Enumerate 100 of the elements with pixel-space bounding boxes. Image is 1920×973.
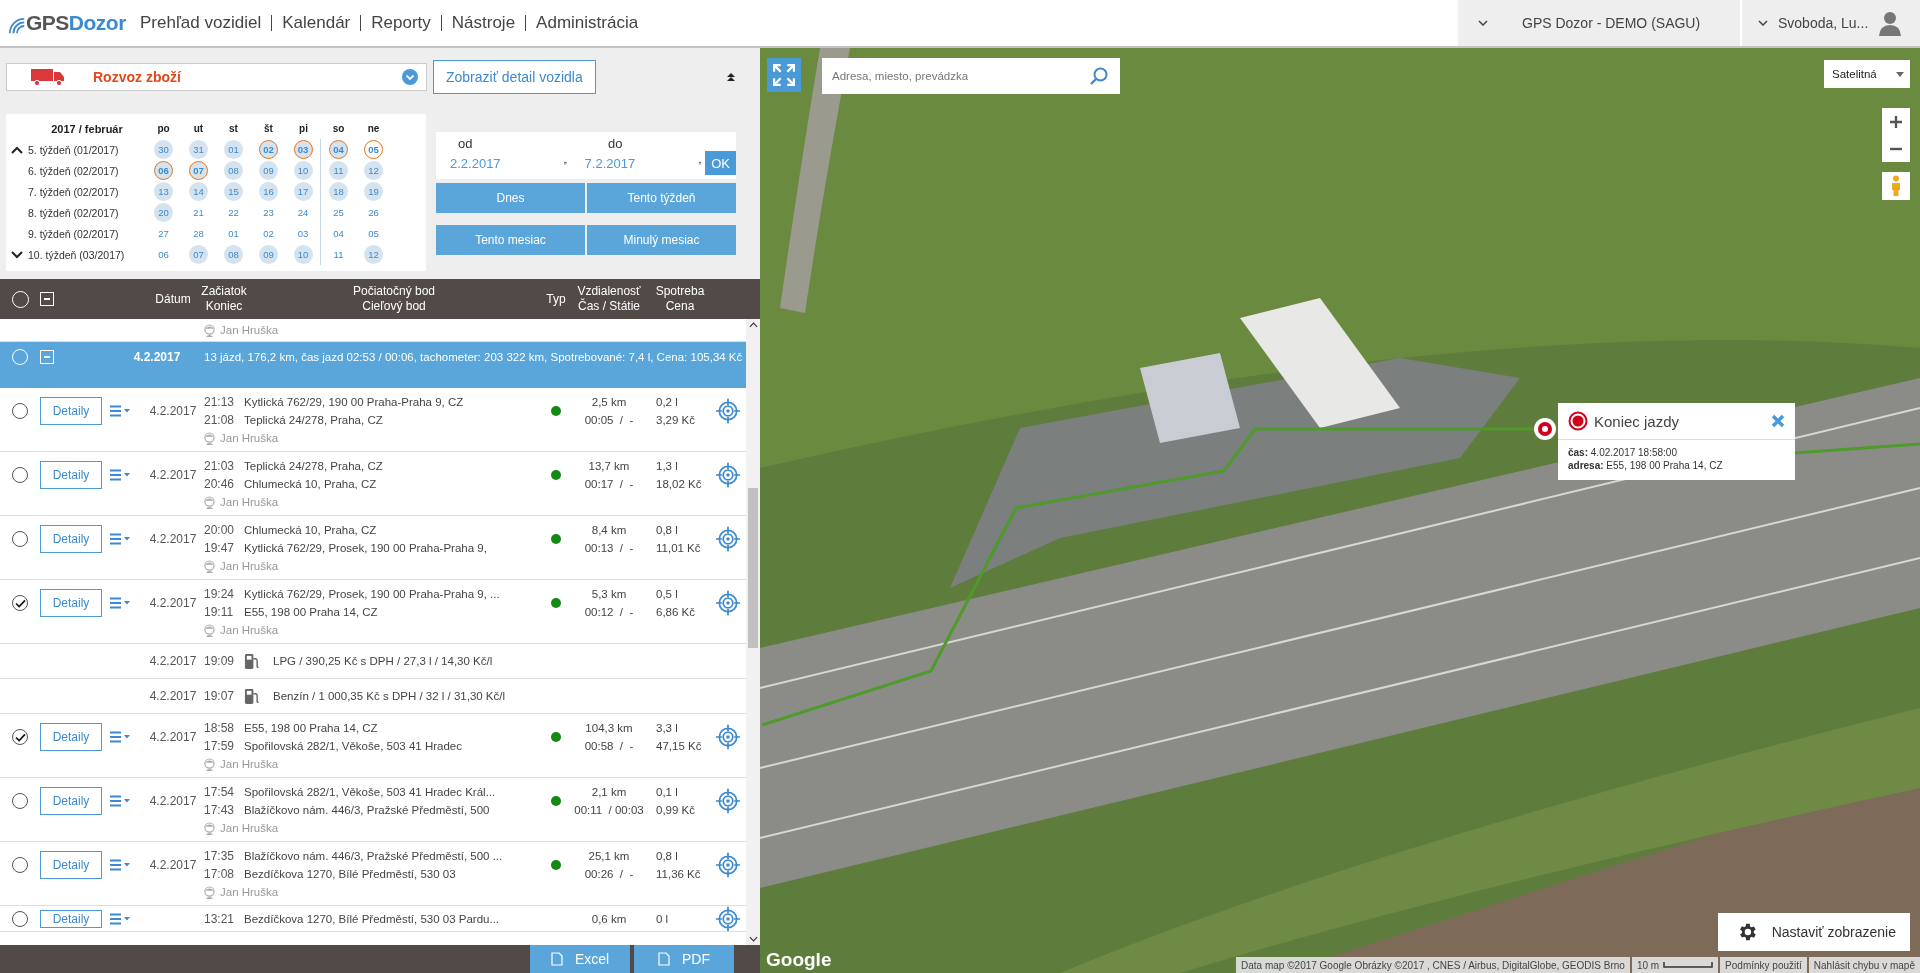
report-error-link[interactable]: Nahlásit chybu v mapě (1808, 957, 1920, 973)
week-label[interactable]: 10. týždeň (03/2017) (28, 248, 146, 261)
chevron-up-icon[interactable] (11, 145, 23, 154)
week-label[interactable]: 6. týždeň (02/2017) (28, 164, 146, 177)
calendar-day[interactable]: 06 (154, 245, 173, 264)
nav-link[interactable]: Kalendár (271, 15, 361, 31)
calendar-day[interactable]: 16 (259, 182, 278, 201)
nav-link[interactable]: Prehľad vozidiel (130, 15, 272, 31)
calendar-day[interactable]: 17 (293, 182, 313, 201)
target-icon[interactable] (715, 590, 741, 616)
calendar-day[interactable]: 15 (224, 182, 243, 201)
user-menu[interactable]: Svoboda, Lu... (1742, 0, 1920, 46)
search-icon[interactable] (1090, 67, 1108, 85)
target-icon[interactable] (715, 906, 741, 932)
row-checkbox[interactable] (12, 595, 28, 611)
collapse-checkbox[interactable] (40, 350, 54, 364)
calendar-day[interactable]: 09 (259, 245, 278, 264)
nav-link[interactable]: Reporty (360, 15, 441, 31)
week-label[interactable]: 9. týždeň (02/2017) (28, 227, 146, 240)
calendar-day[interactable]: 02 (259, 140, 278, 159)
detail-button[interactable]: Detaily (40, 723, 102, 751)
quick-range-button[interactable]: Dnes (436, 183, 585, 213)
quick-range-button[interactable]: Minulý mesiac (587, 225, 736, 255)
calendar-day[interactable]: 07 (189, 161, 208, 180)
calendar-day[interactable]: 24 (293, 203, 313, 222)
detail-button[interactable]: Detaily (40, 910, 102, 928)
end-marker-icon[interactable] (1534, 418, 1556, 440)
target-icon[interactable] (715, 724, 741, 750)
calendar-day[interactable]: 08 (224, 245, 243, 264)
display-settings-button[interactable]: Nastaviť zobrazenie (1717, 913, 1910, 951)
week-label[interactable]: 5. týždeň (01/2017) (28, 143, 146, 156)
calendar-day[interactable]: 28 (189, 224, 208, 243)
collapse-all-checkbox[interactable] (40, 292, 54, 306)
map-type-select[interactable]: Satelitná (1824, 60, 1910, 88)
nav-link[interactable]: Administrácia (525, 15, 649, 31)
vehicle-detail-button[interactable]: Zobraziť detail vozidla (433, 60, 596, 94)
target-icon[interactable] (715, 526, 741, 552)
calendar-day[interactable]: 01 (224, 140, 243, 159)
calendar-day[interactable]: 08 (224, 161, 243, 180)
calendar-day[interactable]: 14 (189, 182, 208, 201)
menu-icon[interactable] (110, 533, 130, 545)
target-icon[interactable] (715, 398, 741, 424)
terms-link[interactable]: Podmínky použití (1720, 957, 1807, 973)
scrollbar-thumb[interactable] (748, 488, 758, 648)
calendar-day[interactable]: 03 (293, 224, 313, 243)
calendar-day[interactable]: 04 (329, 140, 348, 159)
nav-link[interactable]: Nástroje (440, 15, 526, 31)
detail-button[interactable]: Detaily (40, 851, 102, 879)
to-date-field[interactable]: 7.2.2017 (570, 154, 699, 172)
collapse-icon[interactable] (726, 72, 736, 82)
detail-button[interactable]: Detaily (40, 525, 102, 553)
calendar-day[interactable]: 30 (154, 140, 173, 159)
calendar-day[interactable]: 23 (259, 203, 278, 222)
target-icon[interactable] (715, 788, 741, 814)
detail-button[interactable]: Detaily (40, 787, 102, 815)
row-checkbox[interactable] (12, 793, 28, 809)
calendar-day[interactable]: 18 (329, 182, 348, 201)
row-checkbox[interactable] (12, 729, 28, 745)
calendar-day[interactable]: 31 (189, 140, 208, 159)
week-label[interactable]: 7. týždeň (02/2017) (28, 185, 146, 198)
scroll-down-icon[interactable] (748, 936, 758, 942)
calendar-day[interactable]: 10 (293, 161, 313, 180)
day-summary-row[interactable]: 4.2.2017 13 jázd, 176,2 km, čas jazd 02:53 / 00:06, tachometer: 203 322 km, Spotrebované: 7,4 l, Cena: 105,34 Kč (0, 342, 746, 388)
scrollbar[interactable] (746, 319, 760, 945)
chevron-down-icon[interactable] (11, 250, 23, 259)
map-search-field[interactable]: Adresa, miesto, prevádzka (822, 58, 1120, 94)
menu-icon[interactable] (110, 795, 130, 807)
export-button[interactable]: PDF (634, 945, 734, 973)
menu-icon[interactable] (110, 859, 130, 871)
calendar-day[interactable]: 02 (259, 224, 278, 243)
calendar-day[interactable]: 20 (154, 203, 173, 222)
calendar-day[interactable]: 21 (189, 203, 208, 222)
calendar-day[interactable]: 25 (329, 203, 348, 222)
export-button[interactable]: Excel (530, 945, 630, 973)
calendar-day[interactable]: 06 (154, 161, 173, 180)
close-icon[interactable] (1771, 414, 1785, 428)
fullscreen-button[interactable] (767, 58, 801, 92)
calendar-day[interactable]: 10 (293, 245, 313, 264)
calendar-day[interactable]: 11 (329, 245, 348, 264)
vehicle-select[interactable]: Rozvoz zboží (6, 63, 427, 91)
menu-icon[interactable] (110, 597, 130, 609)
calendar-day[interactable]: 12 (364, 161, 383, 180)
row-checkbox[interactable] (12, 403, 28, 419)
row-checkbox[interactable] (12, 467, 28, 483)
target-icon[interactable] (715, 462, 741, 488)
week-label[interactable]: 8. týždeň (02/2017) (28, 206, 146, 219)
calendar-day[interactable]: 13 (154, 182, 173, 201)
street-view-button[interactable] (1882, 172, 1910, 200)
calendar-day[interactable]: 05 (364, 224, 383, 243)
menu-icon[interactable] (110, 405, 130, 417)
ok-button[interactable]: OK (705, 151, 736, 175)
detail-button[interactable]: Detaily (40, 397, 102, 425)
calendar-day[interactable]: 01 (224, 224, 243, 243)
row-checkbox[interactable] (12, 857, 28, 873)
row-checkbox[interactable] (12, 911, 28, 927)
calendar-day[interactable]: 03 (293, 140, 313, 159)
target-icon[interactable] (715, 852, 741, 878)
menu-icon[interactable] (110, 469, 130, 481)
quick-range-button[interactable]: Tento týždeň (587, 183, 736, 213)
detail-button[interactable]: Detaily (40, 461, 102, 489)
